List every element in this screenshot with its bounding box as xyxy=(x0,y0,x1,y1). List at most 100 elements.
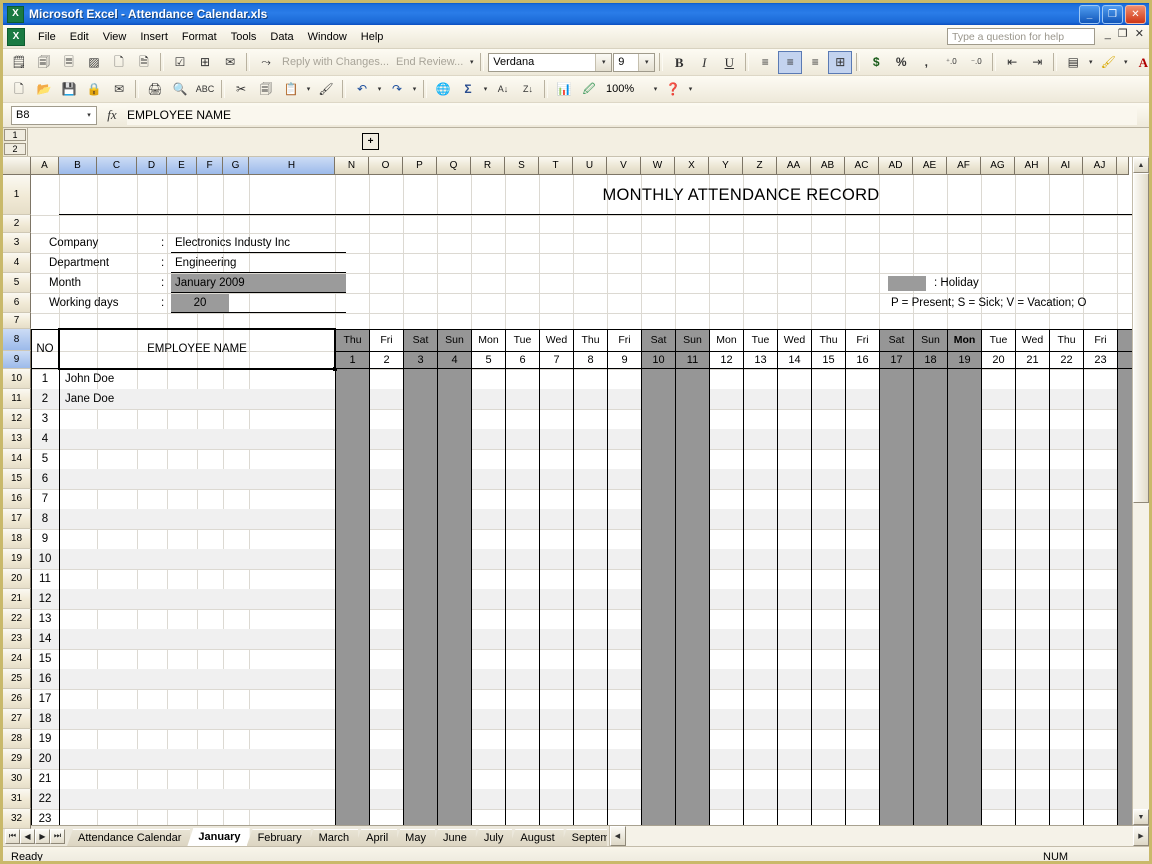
row-header-25[interactable]: 25 xyxy=(3,669,31,689)
column-header-X[interactable]: X xyxy=(675,157,709,175)
employee-name-cell-5[interactable] xyxy=(65,449,333,469)
sort-descending-icon[interactable]: Z↓ xyxy=(516,78,540,101)
permission-icon[interactable]: 🔒 xyxy=(82,78,106,101)
employee-name-cell-1[interactable]: John Doe xyxy=(65,369,333,389)
row-header-18[interactable]: 18 xyxy=(3,529,31,549)
column-header-AA[interactable]: AA xyxy=(777,157,811,175)
column-header-B[interactable]: B xyxy=(59,157,97,175)
toolbar-overflow-icon[interactable]: ▾ xyxy=(467,52,476,73)
vscroll-thumb[interactable] xyxy=(1133,173,1149,503)
menu-tools[interactable]: Tools xyxy=(224,28,264,46)
select-all-button[interactable] xyxy=(3,157,31,175)
column-header-H[interactable]: H xyxy=(249,157,335,175)
field-value-0[interactable]: Electronics Industy Inc xyxy=(175,233,290,253)
align-center-icon[interactable]: ≡ xyxy=(778,51,802,74)
sort-ascending-icon[interactable]: A↓ xyxy=(491,78,515,101)
doc-restore-button[interactable]: ❐ xyxy=(1118,29,1128,40)
column-header-AI[interactable]: AI xyxy=(1049,157,1083,175)
horizontal-scrollbar[interactable]: ◀ ▶ xyxy=(609,826,1150,846)
chevron-down-icon[interactable]: ▾ xyxy=(595,54,611,71)
new-comment-icon[interactable]: 🗒 xyxy=(7,51,31,74)
align-left-icon[interactable]: ≡ xyxy=(753,51,777,74)
restore-button[interactable]: ❐ xyxy=(1102,5,1123,24)
cut-icon[interactable]: ✂ xyxy=(229,78,253,101)
underline-button[interactable]: U xyxy=(717,51,741,74)
save-icon[interactable]: 💾 xyxy=(57,78,81,101)
employee-name-cell-9[interactable] xyxy=(65,529,333,549)
send-to-review-icon[interactable]: ⤳ xyxy=(254,51,278,74)
spelling-icon[interactable]: ABC xyxy=(193,78,217,101)
column-header-G[interactable]: G xyxy=(223,157,249,175)
row-header-15[interactable]: 15 xyxy=(3,469,31,489)
sheet-tab-attendance-calendar[interactable]: Attendance Calendar xyxy=(67,829,190,846)
autosum-dropdown-icon[interactable]: ▾ xyxy=(481,79,490,100)
employee-name-cell-6[interactable] xyxy=(65,469,333,489)
row-header-13[interactable]: 13 xyxy=(3,429,31,449)
column-header-A[interactable]: A xyxy=(31,157,59,175)
row-header-26[interactable]: 26 xyxy=(3,689,31,709)
row-header-1[interactable]: 1 xyxy=(3,175,31,215)
italic-button[interactable]: I xyxy=(692,51,716,74)
row-header-4[interactable]: 4 xyxy=(3,253,31,273)
column-header-AC[interactable]: AC xyxy=(845,157,879,175)
ask-a-question-input[interactable]: Type a question for help xyxy=(947,28,1095,45)
next-sheet-button[interactable]: ▶ xyxy=(35,829,50,844)
column-header-AF[interactable]: AF xyxy=(947,157,981,175)
column-header-R[interactable]: R xyxy=(471,157,505,175)
vscroll-track[interactable] xyxy=(1133,173,1149,809)
column-header-S[interactable]: S xyxy=(505,157,539,175)
scroll-left-icon[interactable]: ◀ xyxy=(610,826,626,846)
row-header-20[interactable]: 20 xyxy=(3,569,31,589)
employee-name-cell-2[interactable]: Jane Doe xyxy=(65,389,333,409)
menu-file[interactable]: File xyxy=(31,28,63,46)
outline-level-1-button[interactable]: 1 xyxy=(4,129,26,141)
open-icon[interactable]: 📂 xyxy=(32,78,56,101)
fill-color-dropdown-icon[interactable]: ▾ xyxy=(1121,52,1130,73)
row-header-29[interactable]: 29 xyxy=(3,749,31,769)
increase-decimal-icon[interactable]: ⁺.0 xyxy=(939,51,963,74)
column-header-E[interactable]: E xyxy=(167,157,197,175)
email-icon[interactable]: ✉ xyxy=(107,78,131,101)
employee-name-cell-12[interactable] xyxy=(65,589,333,609)
column-header-V[interactable]: V xyxy=(607,157,641,175)
column-header-W[interactable]: W xyxy=(641,157,675,175)
create-task-icon[interactable]: ☑ xyxy=(168,51,192,74)
column-header-AE[interactable]: AE xyxy=(913,157,947,175)
row-header-9[interactable]: 9 xyxy=(3,351,31,369)
sheet-tab-march[interactable]: March xyxy=(308,829,359,846)
menu-format[interactable]: Format xyxy=(175,28,224,46)
employee-name-cell-14[interactable] xyxy=(65,629,333,649)
chevron-down-icon[interactable]: ▾ xyxy=(638,54,654,71)
font-color-icon[interactable]: A xyxy=(1131,51,1152,74)
formula-input[interactable]: EMPLOYEE NAME xyxy=(127,106,1137,125)
close-button[interactable]: ✕ xyxy=(1125,5,1146,24)
row-header-30[interactable]: 30 xyxy=(3,769,31,789)
column-header-D[interactable]: D xyxy=(137,157,167,175)
doc-minimize-button[interactable]: _ xyxy=(1105,29,1111,40)
field-value-3[interactable]: 20 xyxy=(171,293,229,313)
row-header-3[interactable]: 3 xyxy=(3,233,31,253)
row-header-28[interactable]: 28 xyxy=(3,729,31,749)
vertical-scrollbar[interactable]: ▲ ▼ xyxy=(1132,157,1149,825)
sheet-tab-july[interactable]: July xyxy=(473,829,513,846)
delete-comment-icon[interactable]: 🗋 xyxy=(107,51,131,74)
hscroll-track[interactable] xyxy=(626,826,1134,846)
undo-dropdown-icon[interactable]: ▾ xyxy=(375,79,384,100)
redo-icon[interactable]: ↷ xyxy=(385,78,409,101)
employee-name-cell-19[interactable] xyxy=(65,729,333,749)
scroll-right-icon[interactable]: ▶ xyxy=(1133,826,1149,846)
row-header-6[interactable]: 6 xyxy=(3,293,31,313)
mail-recipient-icon[interactable]: ✉ xyxy=(218,51,242,74)
column-header-Y[interactable]: Y xyxy=(709,157,743,175)
employee-name-cell-10[interactable] xyxy=(65,549,333,569)
previous-sheet-button[interactable]: ◀ xyxy=(20,829,35,844)
employee-name-cell-13[interactable] xyxy=(65,609,333,629)
column-header-AG[interactable]: AG xyxy=(981,157,1015,175)
redo-dropdown-icon[interactable]: ▾ xyxy=(410,79,419,100)
copy-icon[interactable]: 🗐 xyxy=(254,78,278,101)
zoom-combo[interactable]: 100% xyxy=(602,80,650,99)
insert-function-icon[interactable]: fx xyxy=(97,107,127,123)
column-header-partial[interactable] xyxy=(1117,157,1129,175)
sheet-tab-june[interactable]: June xyxy=(432,829,476,846)
employee-name-cell-22[interactable] xyxy=(65,789,333,809)
